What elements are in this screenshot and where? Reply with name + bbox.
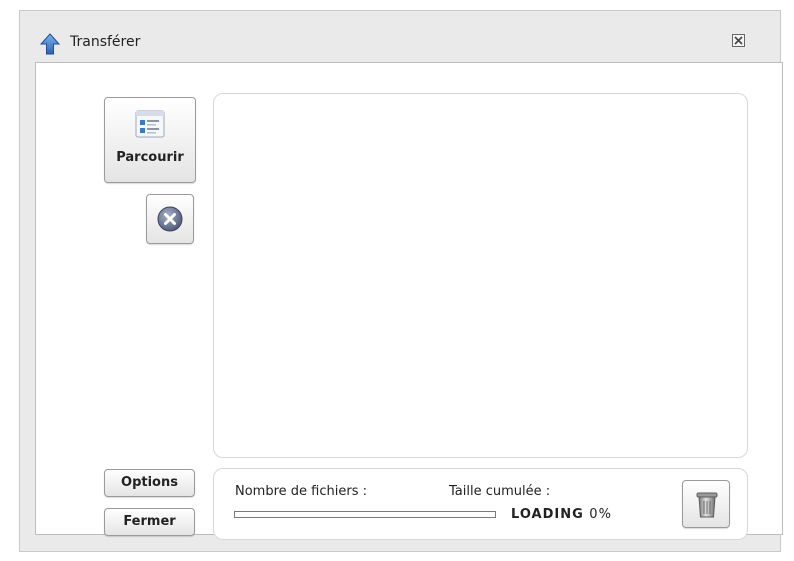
status-area: Nombre de fichiers : Taille cumulée : LO… bbox=[213, 468, 748, 540]
options-button[interactable]: Options bbox=[104, 469, 195, 497]
loading-percent: 0% bbox=[589, 507, 612, 522]
close-window-button[interactable]: Fermer bbox=[104, 508, 195, 536]
close-window-button-label: Fermer bbox=[123, 514, 176, 529]
browse-button[interactable]: Parcourir bbox=[104, 97, 196, 183]
upload-panel: Parcourir Options Fermer Nombre de fichi… bbox=[35, 62, 783, 540]
loading-status: LOADING 0% bbox=[511, 507, 612, 522]
loading-label: LOADING bbox=[511, 507, 584, 522]
file-count-label: Nombre de fichiers : bbox=[235, 484, 367, 499]
remove-button[interactable] bbox=[146, 194, 194, 244]
total-size-label: Taille cumulée : bbox=[449, 484, 551, 499]
window-title: Transférer bbox=[70, 34, 141, 50]
upload-window: Transférer Parcourir Options Fermer Nomb… bbox=[19, 10, 783, 552]
remove-circle-icon bbox=[157, 206, 183, 236]
trash-button[interactable] bbox=[682, 480, 730, 528]
progress-bar bbox=[234, 511, 496, 518]
file-list-icon bbox=[135, 110, 165, 142]
browse-button-label: Parcourir bbox=[116, 150, 184, 165]
title-bar: Transférer bbox=[20, 11, 780, 67]
trash-icon bbox=[695, 491, 719, 523]
up-arrow-icon bbox=[39, 33, 61, 55]
options-button-label: Options bbox=[121, 475, 178, 490]
file-list-area[interactable] bbox=[213, 93, 748, 458]
close-icon[interactable] bbox=[732, 34, 745, 47]
